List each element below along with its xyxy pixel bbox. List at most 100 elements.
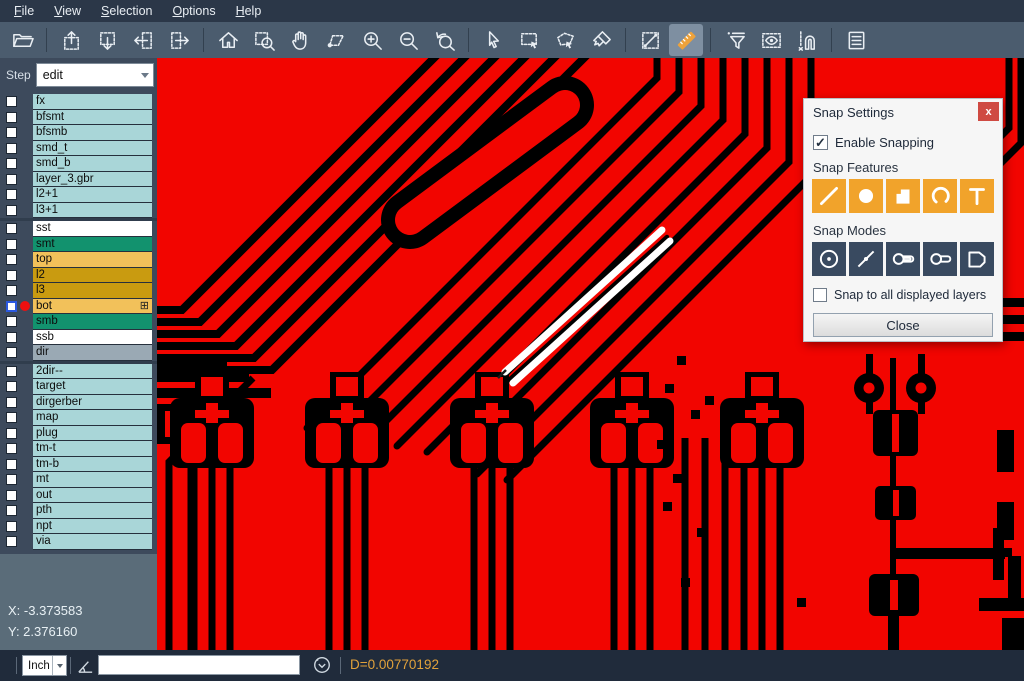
snap-feature-line-button[interactable]: [812, 179, 846, 213]
layer-row-via[interactable]: via: [0, 534, 157, 550]
layer-row-2dir--[interactable]: 2dir--: [0, 364, 157, 380]
layer-row-mt[interactable]: mt: [0, 472, 157, 488]
layer-row-l2+1[interactable]: l2+1: [0, 187, 157, 203]
measure-point-button[interactable]: [633, 24, 667, 56]
zoom-window-button[interactable]: [247, 24, 281, 56]
snap-mode-pad-outline-button[interactable]: [923, 242, 957, 276]
snap-feature-arc-button[interactable]: [923, 179, 957, 213]
in-left-button[interactable]: [126, 24, 160, 56]
layer-checkbox[interactable]: [6, 158, 17, 169]
dialog-close-button[interactable]: x: [978, 102, 999, 121]
layer-checkbox[interactable]: [6, 474, 17, 485]
layer-checkbox[interactable]: [6, 127, 17, 138]
zoom-in-button[interactable]: [355, 24, 389, 56]
layer-checkbox[interactable]: [6, 239, 17, 250]
layer-checkbox[interactable]: [6, 381, 17, 392]
select-rect-button[interactable]: [512, 24, 546, 56]
menu-item-options[interactable]: Options: [162, 1, 225, 21]
layer-row-l3[interactable]: l3: [0, 283, 157, 299]
enable-snapping-checkbox[interactable]: ✓: [813, 135, 828, 150]
menu-item-view[interactable]: View: [44, 1, 91, 21]
layer-checkbox[interactable]: [6, 332, 17, 343]
home-button[interactable]: [211, 24, 245, 56]
in-right-button[interactable]: [162, 24, 196, 56]
layer-checkbox[interactable]: [6, 443, 17, 454]
layer-row-plug[interactable]: plug: [0, 426, 157, 442]
layer-row-bfsmt[interactable]: bfsmt: [0, 110, 157, 126]
menu-item-file[interactable]: File: [4, 1, 44, 21]
layer-row-pth[interactable]: pth: [0, 503, 157, 519]
layer-row-sst[interactable]: sst: [0, 221, 157, 237]
layer-row-bfsmb[interactable]: bfsmb: [0, 125, 157, 141]
snap-mode-pad-slot-button[interactable]: [886, 242, 920, 276]
layer-row-out[interactable]: out: [0, 488, 157, 504]
select-poly-button[interactable]: [548, 24, 582, 56]
close-button[interactable]: Close: [813, 313, 993, 337]
layer-row-bot[interactable]: bot⊞: [0, 299, 157, 315]
in-down-button[interactable]: [90, 24, 124, 56]
layer-checkbox[interactable]: [6, 428, 17, 439]
layer-checkbox[interactable]: [6, 490, 17, 501]
layer-checkbox[interactable]: [6, 316, 17, 327]
snap-mode-center-button[interactable]: [812, 242, 846, 276]
layer-row-dirgerber[interactable]: dirgerber: [0, 395, 157, 411]
layer-checkbox[interactable]: [6, 189, 17, 200]
report-button[interactable]: [839, 24, 873, 56]
layer-checkbox[interactable]: [6, 112, 17, 123]
layer-checkbox[interactable]: [6, 521, 17, 532]
layer-row-smt[interactable]: smt: [0, 237, 157, 253]
layer-row-smb[interactable]: smb: [0, 314, 157, 330]
move-vertex-button[interactable]: [319, 24, 353, 56]
layer-row-l2[interactable]: l2: [0, 268, 157, 284]
layer-row-dir[interactable]: dir: [0, 345, 157, 361]
menu-item-help[interactable]: Help: [226, 1, 272, 21]
layer-checkbox[interactable]: [6, 270, 17, 281]
layer-checkbox[interactable]: [6, 96, 17, 107]
layer-row-tm-b[interactable]: tm-b: [0, 457, 157, 473]
layer-row-fx[interactable]: fx: [0, 94, 157, 110]
layer-row-npt[interactable]: npt: [0, 519, 157, 535]
zoom-out-button[interactable]: [391, 24, 425, 56]
in-up-button[interactable]: [54, 24, 88, 56]
command-input[interactable]: [98, 655, 300, 675]
snap-feature-surface-button[interactable]: [886, 179, 920, 213]
layer-row-layer_3.gbr[interactable]: layer_3.gbr: [0, 172, 157, 188]
ruler-button[interactable]: [669, 24, 703, 56]
filter-button[interactable]: [718, 24, 752, 56]
layer-row-top[interactable]: top: [0, 252, 157, 268]
view-options-button[interactable]: [754, 24, 788, 56]
layer-checkbox[interactable]: [6, 205, 17, 216]
layer-checkbox[interactable]: [6, 459, 17, 470]
snap-feature-text-button[interactable]: [960, 179, 994, 213]
layer-row-smd_b[interactable]: smd_b: [0, 156, 157, 172]
layer-checkbox[interactable]: [6, 397, 17, 408]
layer-checkbox[interactable]: [6, 366, 17, 377]
layer-checkbox[interactable]: [6, 412, 17, 423]
snap-mode-line-point-button[interactable]: [849, 242, 883, 276]
layer-checkbox[interactable]: [6, 285, 17, 296]
layer-checkbox[interactable]: [6, 505, 17, 516]
layer-row-map[interactable]: map: [0, 410, 157, 426]
step-select[interactable]: edit: [36, 63, 154, 87]
layer-row-target[interactable]: target: [0, 379, 157, 395]
layer-row-tm-t[interactable]: tm-t: [0, 441, 157, 457]
layer-row-smd_t[interactable]: smd_t: [0, 141, 157, 157]
unit-select[interactable]: Inch: [22, 655, 67, 676]
snap-all-layers-checkbox[interactable]: [813, 288, 827, 302]
angle-mode-icon[interactable]: [76, 656, 95, 680]
open-button[interactable]: [5, 24, 39, 56]
select-button[interactable]: [476, 24, 510, 56]
layer-row-l3+1[interactable]: l3+1: [0, 203, 157, 219]
clean-button[interactable]: [584, 24, 618, 56]
layer-checkbox[interactable]: [6, 174, 17, 185]
snap-button[interactable]: [790, 24, 824, 56]
layer-checkbox[interactable]: [6, 143, 17, 154]
menu-item-selection[interactable]: Selection: [91, 1, 162, 21]
pan-button[interactable]: [283, 24, 317, 56]
snap-mode-contour-button[interactable]: [960, 242, 994, 276]
layer-checkbox[interactable]: [6, 254, 17, 265]
layer-checkbox[interactable]: [6, 536, 17, 547]
layer-row-ssb[interactable]: ssb: [0, 330, 157, 346]
layer-checkbox[interactable]: [6, 301, 17, 312]
layer-checkbox[interactable]: [6, 223, 17, 234]
